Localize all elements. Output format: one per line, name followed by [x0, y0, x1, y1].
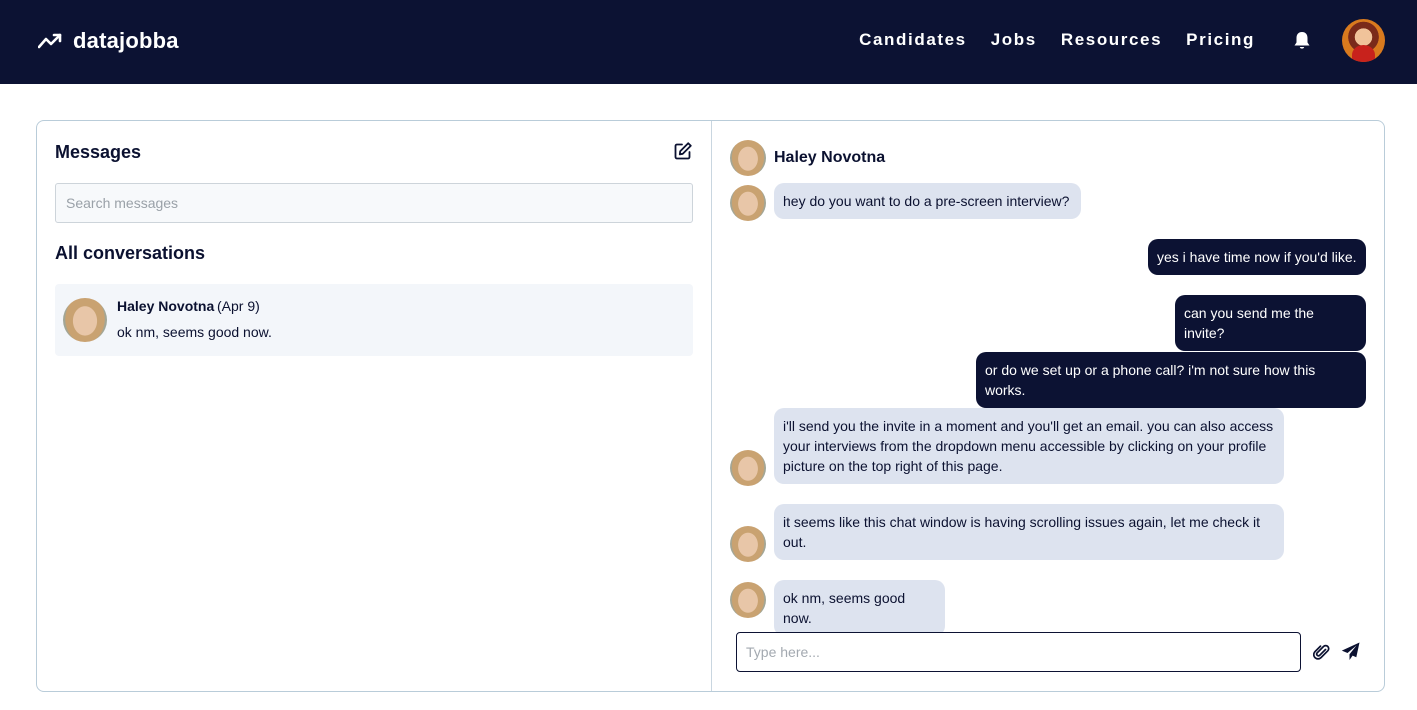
message-bubble-outgoing: yes i have time now if you'd like.: [1148, 239, 1366, 275]
avatar: [730, 450, 766, 486]
pane-divider: [711, 121, 712, 691]
avatar[interactable]: [1342, 19, 1385, 62]
brand-name: datajobba: [73, 28, 179, 53]
nav-link-jobs[interactable]: Jobs: [991, 30, 1037, 50]
avatar: [730, 526, 766, 562]
top-navbar: datajobba Candidates Jobs Resources Pric…: [0, 0, 1417, 84]
nav-link-resources[interactable]: Resources: [1061, 30, 1162, 50]
nav-link-candidates[interactable]: Candidates: [859, 30, 967, 50]
message-bubble-incoming: it seems like this chat window is having…: [774, 504, 1284, 560]
avatar: [730, 140, 766, 176]
message-input[interactable]: [736, 632, 1301, 672]
send-icon[interactable]: [1341, 642, 1360, 661]
message-bubble-outgoing: can you send me the invite?: [1175, 295, 1366, 351]
messages-title: Messages: [55, 142, 142, 162]
brand-logo[interactable]: datajobba: [38, 28, 179, 54]
message-bubble-outgoing: or do we set up or a phone call? i'm not…: [976, 352, 1366, 408]
paperclip-icon[interactable]: [1313, 643, 1330, 661]
conversation-item[interactable]: Haley Novotna (Apr 9) ok nm, seems good …: [55, 284, 693, 356]
conversation-name: Haley Novotna: [117, 298, 215, 314]
chat-contact-name: Haley Novotna: [774, 149, 886, 166]
messages-panel: Messages All conversations Haley Novotna…: [36, 120, 1385, 692]
all-conversations-title: All conversations: [55, 243, 206, 263]
trend-line-icon: [38, 33, 62, 49]
conversation-date: (Apr 9): [217, 298, 260, 314]
search-input[interactable]: [55, 183, 693, 223]
conversation-preview: ok nm, seems good now.: [117, 324, 272, 340]
avatar: [730, 582, 766, 618]
avatar: [730, 185, 766, 221]
message-bubble-incoming: ok nm, seems good now.: [774, 580, 945, 636]
message-bubble-incoming: i'll send you the invite in a moment and…: [774, 408, 1284, 484]
bell-icon[interactable]: [1292, 30, 1312, 52]
edit-icon[interactable]: [673, 141, 693, 161]
nav-links: Candidates Jobs Resources Pricing: [835, 30, 1255, 50]
message-bubble-incoming: hey do you want to do a pre-screen inter…: [774, 183, 1081, 219]
avatar: [63, 298, 107, 342]
nav-link-pricing[interactable]: Pricing: [1186, 30, 1255, 50]
